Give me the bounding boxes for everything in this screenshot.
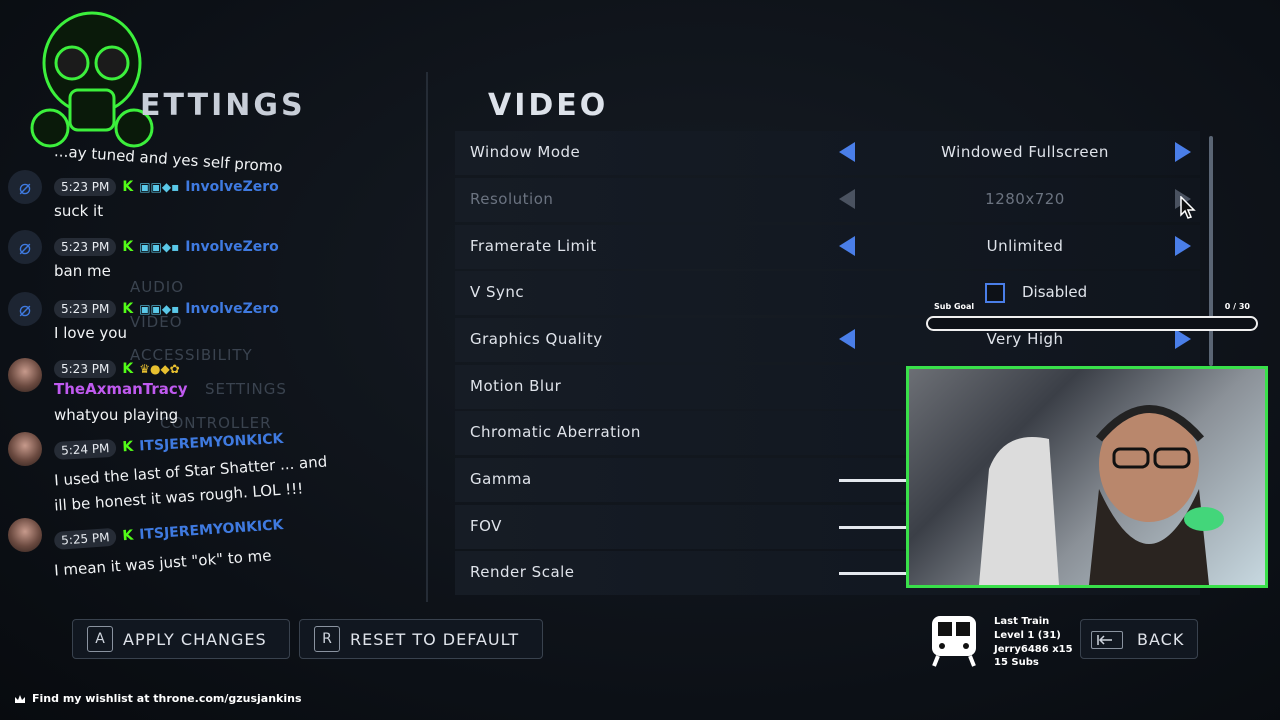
train-subs: 15 Subs (994, 657, 1039, 668)
chat-badges-icon: ▣▣◆▪ (139, 180, 180, 194)
chat-meta: 5:23 PM K ▣▣◆▪ InvolveZero (54, 300, 279, 318)
arrow-left-icon[interactable] (839, 189, 855, 209)
gas-mask-skull-logo (30, 11, 154, 148)
graphics-quality-value: Very High (986, 330, 1064, 348)
vsync-row[interactable]: V Sync Disabled (455, 271, 1200, 315)
chat-meta: 5:24 PM K ITSJEREMYONKICK (53, 430, 284, 460)
streamer-silhouette (979, 405, 1224, 585)
settings-scrollbar[interactable] (1209, 136, 1213, 366)
row-label: V Sync (470, 283, 525, 301)
kick-badge-icon: K (122, 361, 134, 377)
chat-message-text: suck it (54, 202, 104, 220)
train-level: Level 1 (31) (994, 630, 1061, 641)
chat-message-text: whatyou playing (54, 406, 179, 424)
avatar: ⌀ (8, 292, 42, 326)
avatar: ⌀ (8, 170, 42, 204)
button-label: RESET TO DEFAULT (350, 629, 520, 649)
back-button[interactable]: BACK (1080, 619, 1198, 659)
row-label: Gamma (470, 470, 532, 488)
chat-badges-icon: ▣▣◆▪ (139, 240, 180, 254)
row-label: FOV (470, 517, 502, 535)
chat-message-text: ban me (54, 262, 111, 280)
avatar (8, 432, 42, 466)
window-mode-row[interactable]: Window Mode Windowed Fullscreen (455, 131, 1200, 175)
sub-goal-progress-bar (926, 316, 1258, 331)
train-icon (932, 616, 976, 667)
panel-divider (426, 72, 428, 602)
row-label: Resolution (470, 190, 554, 208)
wishlist-text: Find my wishlist at throne.com/gzusjanki… (32, 692, 302, 705)
resolution-row[interactable]: Resolution 1280x720 (455, 178, 1200, 222)
reset-to-default-button[interactable]: R RESET TO DEFAULT (299, 619, 543, 659)
avatar (8, 358, 42, 392)
chat-username: ITSJEREMYONKICK (138, 517, 284, 544)
crown-icon (15, 694, 25, 703)
chat-username: ITSJEREMYONKICK (138, 431, 284, 455)
button-label: BACK (1137, 630, 1185, 649)
arrow-left-icon[interactable] (839, 329, 855, 349)
chat-timestamp: 5:24 PM (53, 438, 117, 460)
chat-badges-icon: ♛●◆✿ (139, 362, 180, 376)
chat-timestamp: 5:23 PM (54, 300, 117, 318)
mouse-cursor-icon (1180, 196, 1196, 219)
key-hint: R (314, 626, 340, 652)
chat-timestamp: 5:23 PM (54, 178, 117, 196)
chat-message-text: I mean it was just "ok" to me (53, 546, 272, 580)
arrow-right-icon[interactable] (1175, 329, 1191, 349)
button-label: APPLY CHANGES (123, 629, 267, 649)
avatar: ⌀ (8, 230, 42, 264)
chat-username: InvolveZero (185, 179, 279, 195)
row-label: Motion Blur (470, 377, 562, 395)
video-title: VIDEO (488, 88, 609, 123)
chat-meta: 5:23 PM K ♛●◆✿ (54, 360, 180, 378)
wishlist-footer: Find my wishlist at throne.com/gzusjanki… (14, 692, 302, 705)
kick-badge-icon: K (121, 527, 134, 545)
row-label: Chromatic Aberration (470, 423, 641, 441)
back-key-icon (1091, 631, 1123, 649)
hype-train-widget: Last Train Level 1 (31) Jerry6486 x15 15… (930, 614, 1073, 672)
train-user: Jerry6486 x15 (994, 644, 1073, 655)
chat-username: InvolveZero (185, 239, 279, 255)
row-label: Framerate Limit (470, 237, 597, 255)
chat-timestamp: 5:23 PM (54, 360, 117, 378)
chat-meta: 5:23 PM K ▣▣◆▪ InvolveZero (54, 238, 279, 256)
train-title: Last Train (994, 616, 1050, 627)
kick-badge-icon: K (122, 239, 134, 255)
arrow-right-icon[interactable] (1175, 142, 1191, 162)
vsync-checkbox[interactable] (985, 283, 1005, 303)
webcam-feed (906, 366, 1268, 588)
arrow-left-icon[interactable] (839, 142, 855, 162)
sub-goal-label: Sub Goal (934, 302, 975, 311)
avatar (8, 518, 42, 552)
chat-badges-icon: ▣▣◆▪ (139, 302, 180, 316)
kick-badge-icon: K (122, 179, 134, 195)
chat-username: InvolveZero (185, 301, 279, 317)
framerate-limit-value: Unlimited (986, 237, 1064, 255)
chat-message-text: I love you (54, 324, 127, 342)
chat-message-text: ...ay tuned and yes self promo (53, 142, 284, 176)
settings-title: ETTINGS (140, 88, 306, 123)
chat-timestamp: 5:23 PM (54, 238, 117, 256)
window-mode-value: Windowed Fullscreen (941, 143, 1109, 161)
row-label: Window Mode (470, 143, 581, 161)
framerate-limit-row[interactable]: Framerate Limit Unlimited (455, 225, 1200, 269)
key-hint: A (87, 626, 113, 652)
chat-meta: 5:25 PM K ITSJEREMYONKICK (53, 516, 284, 550)
kick-badge-icon: K (122, 438, 134, 456)
row-label: Graphics Quality (470, 330, 603, 348)
kick-badge-icon: K (122, 301, 134, 317)
resolution-value: 1280x720 (985, 190, 1065, 208)
arrow-left-icon[interactable] (839, 236, 855, 256)
chat-timestamp: 5:25 PM (53, 527, 118, 550)
sub-goal-count: 0 / 30 (1224, 302, 1250, 311)
apply-changes-button[interactable]: A APPLY CHANGES (72, 619, 290, 659)
chat-username: TheAxmanTracy (54, 380, 188, 398)
arrow-right-icon[interactable] (1175, 236, 1191, 256)
row-label: Render Scale (470, 563, 575, 581)
vsync-value: Disabled (1022, 283, 1088, 301)
chat-meta: 5:23 PM K ▣▣◆▪ InvolveZero (54, 178, 279, 196)
chat-overlay: ...ay tuned and yes self promo ⌀ 5:23 PM… (0, 140, 330, 590)
